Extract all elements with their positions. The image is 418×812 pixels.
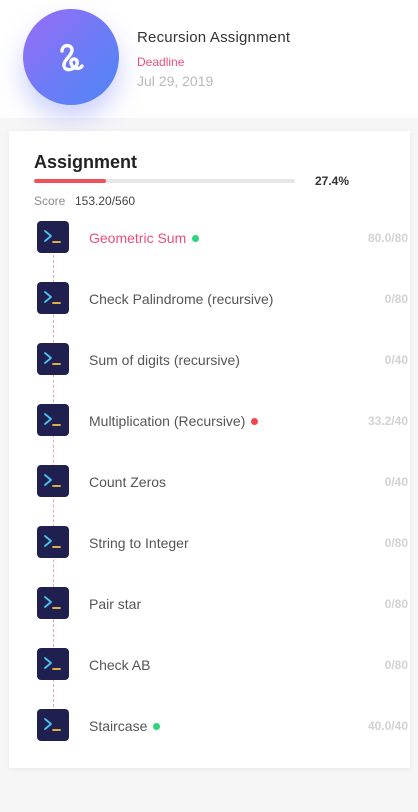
card-title: Assignment	[34, 152, 138, 172]
terminal-icon	[37, 587, 69, 619]
problem-name: Staircase	[89, 718, 161, 734]
problem-item[interactable]: Check Palindrome (recursive) 0/80	[9, 282, 410, 318]
problem-score: 80.0/80	[367, 231, 408, 245]
problem-label: Check AB	[89, 657, 151, 673]
terminal-icon	[37, 221, 69, 253]
problem-name: Check Palindrome (recursive)	[89, 291, 273, 307]
problem-score: 0/80	[384, 597, 408, 611]
terminal-icon	[37, 343, 69, 375]
squiggle-icon	[60, 43, 84, 72]
problem-name: Sum of digits (recursive)	[89, 352, 240, 368]
terminal-icon	[37, 648, 69, 680]
problem-score: 0/80	[384, 658, 408, 672]
problem-name: Geometric Sum	[89, 230, 200, 246]
status-dot	[153, 723, 161, 730]
problem-item[interactable]: Pair star 0/80	[9, 587, 410, 623]
terminal-icon	[37, 465, 69, 497]
progress-percent: 27.4%	[315, 174, 350, 188]
problem-label: Count Zeros	[89, 474, 167, 490]
problem-item[interactable]: Staircase 40.0/40	[9, 709, 410, 745]
problem-name: Multiplication (Recursive)	[89, 413, 259, 429]
problem-score: 0/80	[384, 292, 408, 306]
terminal-icon	[37, 526, 69, 558]
problem-score: 0/40	[384, 353, 408, 367]
problem-label: Check Palindrome (recursive)	[89, 291, 274, 307]
terminal-icon	[37, 404, 69, 436]
terminal-icon	[37, 282, 69, 314]
problem-name: Pair star	[89, 596, 141, 612]
problem-score: 40.0/40	[367, 719, 408, 733]
problem-item[interactable]: Count Zeros 0/40	[9, 465, 410, 501]
problem-item[interactable]: Multiplication (Recursive) 33.2/40	[9, 404, 410, 440]
problem-item[interactable]: Check AB 0/80	[9, 648, 410, 684]
status-dot	[192, 235, 200, 242]
score-value: 153.20/560	[75, 194, 136, 208]
problem-item[interactable]: String to Integer 0/80	[9, 526, 410, 562]
status-dot	[251, 418, 259, 425]
problem-label: Pair star	[89, 596, 142, 612]
progress-bar	[34, 179, 295, 183]
problem-score: 0/40	[384, 475, 408, 489]
deadline-label: Deadline	[137, 55, 185, 69]
problem-name: Check AB	[89, 657, 150, 673]
problem-item[interactable]: Sum of digits (recursive) 0/40	[9, 343, 410, 379]
assignment-header: Recursion Assignment Deadline Jul 29, 20…	[0, 0, 418, 118]
terminal-icon	[37, 709, 69, 741]
deadline-date: Jul 29, 2019	[137, 73, 214, 89]
assignment-title: Recursion Assignment	[137, 29, 291, 46]
problem-item[interactable]: Geometric Sum 80.0/80	[9, 221, 410, 257]
problem-label: Sum of digits (recursive)	[89, 352, 240, 368]
score-label: Score	[34, 194, 66, 208]
problem-label: Geometric Sum	[89, 230, 187, 246]
problem-name: Count Zeros	[89, 474, 166, 490]
problem-label: Staircase	[89, 718, 148, 734]
problem-label: Multiplication (Recursive)	[89, 413, 246, 429]
problem-name: String to Integer	[89, 535, 189, 551]
problem-label: String to Integer	[89, 535, 189, 551]
assignment-card: Assignment 27.4% Score 153.20/560 Geomet…	[9, 131, 410, 768]
problem-score: 33.2/40	[367, 414, 408, 428]
progress-fill	[34, 179, 106, 183]
assignment-logo	[23, 9, 119, 105]
problem-score: 0/80	[384, 536, 408, 550]
